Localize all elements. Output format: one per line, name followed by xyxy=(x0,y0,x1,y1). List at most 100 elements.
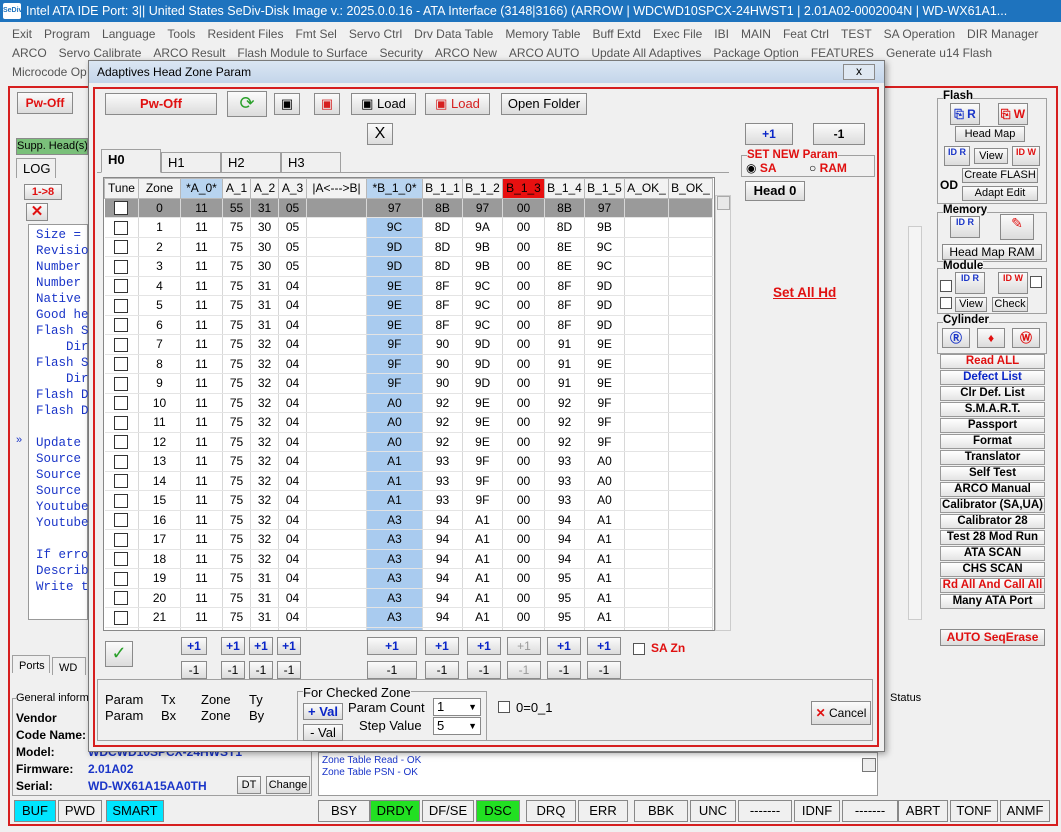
tune-checkbox[interactable] xyxy=(114,337,129,352)
menu-item[interactable]: Language xyxy=(102,27,155,41)
log-tab[interactable]: LOG xyxy=(16,158,56,178)
column-header[interactable]: *B_1_0* xyxy=(366,178,423,199)
tab-h0[interactable]: H0 xyxy=(101,149,161,173)
column-header[interactable]: A_2 xyxy=(250,178,279,199)
flash-read-icon[interactable]: ⎘ R xyxy=(950,103,980,125)
table-row[interactable]: 17 11 75 32 04 A3 94 A1 00 94 A1 xyxy=(104,529,713,550)
cylinder-read-icon[interactable]: Ⓡ xyxy=(942,328,970,348)
menu-item[interactable]: Generate u14 Flash xyxy=(886,46,992,60)
right-action-button[interactable]: Passport xyxy=(940,418,1045,433)
apply-check-icon[interactable]: ✓ xyxy=(105,641,133,667)
table-row[interactable]: 0 11 55 31 05 97 8B 97 00 8B 97 xyxy=(104,198,713,218)
right-action-button[interactable]: Many ATA Port xyxy=(940,594,1045,609)
main-pwoff-button[interactable]: Pw-Off xyxy=(17,92,73,114)
table-row[interactable]: 21 11 75 31 04 A3 94 A1 00 95 A1 xyxy=(104,607,713,628)
table-row[interactable]: 19 11 75 31 04 A3 94 A1 00 95 A1 xyxy=(104,568,713,589)
tab-h3[interactable]: H3 xyxy=(281,152,341,173)
right-action-button[interactable]: Translator xyxy=(940,450,1045,465)
tune-cell[interactable] xyxy=(104,607,139,628)
table-row[interactable]: 20 11 75 31 04 A3 94 A1 00 95 A1 xyxy=(104,588,713,608)
menu-item[interactable]: Package Option xyxy=(713,46,798,60)
head-0-button[interactable]: Head 0 xyxy=(745,181,805,201)
tune-cell[interactable] xyxy=(104,471,139,491)
ports-tab[interactable]: Ports xyxy=(12,655,50,673)
table-row[interactable]: 11 11 75 32 04 A0 92 9E 00 92 9F xyxy=(104,412,713,433)
increment-button[interactable]: +1 xyxy=(425,637,459,655)
head-plus-button[interactable]: +1 xyxy=(745,123,793,145)
tune-checkbox[interactable] xyxy=(114,610,129,625)
zero-eq-checkbox[interactable] xyxy=(498,701,510,713)
column-header[interactable]: B_1_4 xyxy=(544,178,585,199)
table-row[interactable]: 2 11 75 30 05 9D 8D 9B 00 8E 9C xyxy=(104,237,713,257)
dialog-close-button[interactable]: x xyxy=(843,64,875,80)
cancel-button[interactable]: ✕ Cancel xyxy=(811,701,871,725)
menu-item[interactable]: IBI xyxy=(714,27,729,41)
memory-read-icon[interactable]: ID R xyxy=(950,216,980,238)
sa-zn-checkbox[interactable] xyxy=(633,643,645,655)
arrow-1-8-button[interactable]: 1->8 xyxy=(24,184,62,200)
scroll-thumb[interactable] xyxy=(717,196,730,210)
load-red-button[interactable]: ▣ Load xyxy=(425,93,490,115)
menu-item[interactable]: TEST xyxy=(841,27,872,41)
right-action-button[interactable]: S.M.A.R.T. xyxy=(940,402,1045,417)
tune-checkbox[interactable] xyxy=(114,279,129,294)
decrement-button[interactable]: -1 xyxy=(277,661,301,679)
tab-h1[interactable]: H1 xyxy=(161,152,221,173)
tune-checkbox[interactable] xyxy=(114,454,129,469)
tune-cell[interactable] xyxy=(104,237,139,257)
menu-item[interactable]: Drv Data Table xyxy=(414,27,493,41)
right-action-button[interactable]: CHS SCAN xyxy=(940,562,1045,577)
main-scrollbar[interactable] xyxy=(908,226,922,620)
save-icon[interactable]: ▣ xyxy=(274,93,300,115)
module-checkbox[interactable] xyxy=(1030,276,1042,288)
menu-item[interactable]: Resident Files xyxy=(207,27,283,41)
save-red-icon[interactable]: ▣ xyxy=(314,93,340,115)
column-header[interactable]: A_1 xyxy=(222,178,251,199)
tune-cell[interactable] xyxy=(104,373,139,394)
menu-item[interactable]: Program xyxy=(44,27,90,41)
set-all-hd-button[interactable]: Set All Hd xyxy=(773,285,836,300)
column-header[interactable]: |A<--->B| xyxy=(306,178,367,199)
tune-checkbox[interactable] xyxy=(114,571,129,586)
tune-cell[interactable] xyxy=(104,198,139,218)
module-left-checkbox-1[interactable] xyxy=(940,280,952,292)
column-header[interactable]: B_1_3 xyxy=(502,178,545,199)
dt-button[interactable]: DT xyxy=(237,776,261,794)
table-row[interactable]: 7 11 75 32 04 9F 90 9D 00 91 9E xyxy=(104,334,713,355)
tune-checkbox[interactable] xyxy=(114,493,129,508)
tune-cell[interactable] xyxy=(104,295,139,316)
increment-button[interactable]: +1 xyxy=(367,637,417,655)
decrement-button[interactable]: -1 xyxy=(467,661,501,679)
tune-checkbox[interactable] xyxy=(114,415,129,430)
tune-checkbox[interactable] xyxy=(114,298,129,313)
menu-item[interactable]: ARCO Result xyxy=(153,46,225,60)
decrement-button[interactable]: -1 xyxy=(547,661,581,679)
right-action-button[interactable]: Calibrator (SA,UA) xyxy=(940,498,1045,513)
tune-cell[interactable] xyxy=(104,529,139,550)
tune-cell[interactable] xyxy=(104,451,139,472)
increment-button[interactable]: +1 xyxy=(181,637,207,655)
column-header[interactable]: B_1_5 xyxy=(584,178,625,199)
module-check-button[interactable]: Check xyxy=(992,297,1028,312)
tune-checkbox[interactable] xyxy=(114,630,128,631)
decrement-button[interactable]: -1 xyxy=(249,661,273,679)
table-row[interactable]: 12 11 75 32 04 A0 92 9E 00 92 9F xyxy=(104,432,713,452)
menu-item[interactable]: FEATURES xyxy=(811,46,874,60)
decrement-button[interactable]: -1 xyxy=(587,661,621,679)
tune-checkbox[interactable] xyxy=(114,240,129,255)
column-header[interactable]: B_1_1 xyxy=(422,178,463,199)
tune-checkbox[interactable] xyxy=(114,474,129,489)
table-row[interactable]: 13 11 75 32 04 A1 93 9F 00 93 A0 xyxy=(104,451,713,472)
table-row[interactable]: 5 11 75 31 04 9E 8F 9C 00 8F 9D xyxy=(104,295,713,316)
param-count-select[interactable]: 1 ▼ xyxy=(433,698,481,716)
table-row[interactable]: 16 11 75 32 04 A3 94 A1 00 94 A1 xyxy=(104,510,713,530)
tune-checkbox[interactable] xyxy=(114,591,129,606)
increment-button[interactable]: +1 xyxy=(507,637,541,655)
tune-checkbox[interactable] xyxy=(114,532,129,547)
x-button[interactable]: X xyxy=(367,123,393,145)
memory-tools-icon[interactable]: ✎ xyxy=(1000,214,1034,240)
tune-checkbox[interactable] xyxy=(114,435,129,450)
tune-cell[interactable] xyxy=(104,334,139,355)
decrement-button[interactable]: -1 xyxy=(367,661,417,679)
right-action-button[interactable]: Read ALL xyxy=(940,354,1045,369)
